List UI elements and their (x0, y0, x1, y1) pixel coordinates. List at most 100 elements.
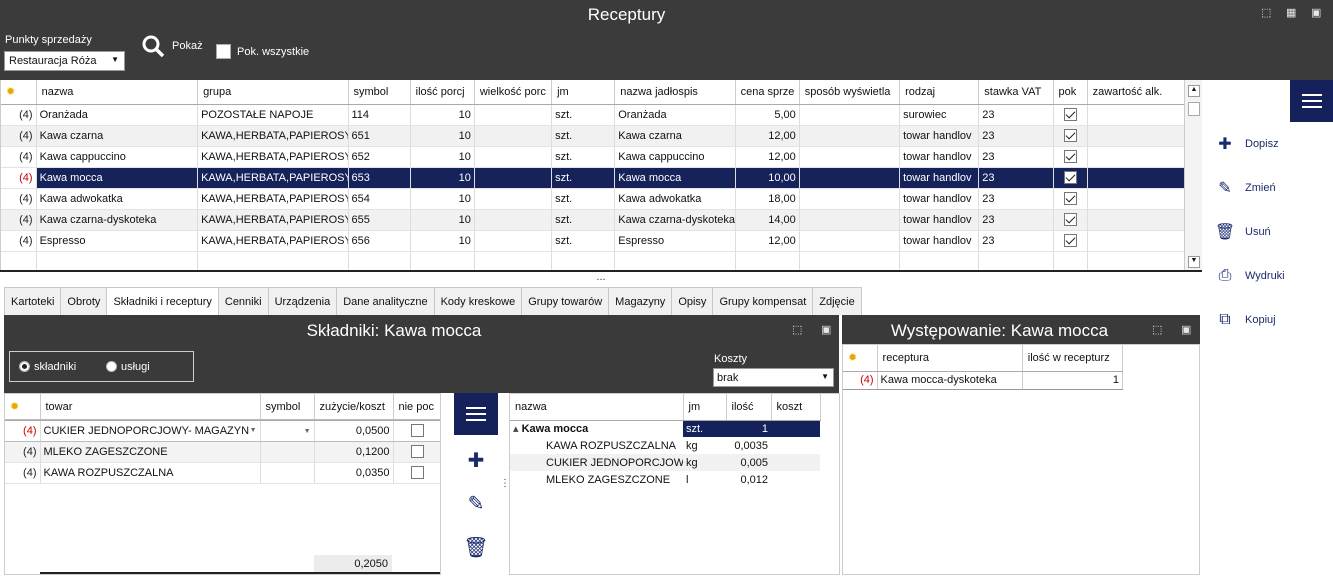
cell-receptura[interactable]: Kawa mocca-dyskoteka (877, 371, 1023, 390)
cell-nie-poc[interactable] (393, 420, 440, 442)
help-icon[interactable]: ▣ (821, 323, 831, 336)
tab-6[interactable]: Kody kreskowe (433, 287, 523, 315)
select-icon[interactable]: ⬚ (792, 323, 802, 336)
show-all-checkbox[interactable] (216, 44, 231, 59)
menu-button[interactable] (1290, 80, 1333, 122)
print-button[interactable]: ⎙ Wydruki (1212, 263, 1332, 289)
cell-nie-poc[interactable] (393, 441, 440, 463)
copy-button[interactable]: ⧉ Kopiuj (1212, 307, 1332, 333)
table-row[interactable]: (4) Kawa czarna KAWA,HERBATA,PAPIEROSY 651 1… (1, 125, 1184, 147)
table-row[interactable]: (4) Kawa adwokatka KAWA,HERBATA,PAPIEROSY 6… (1, 188, 1184, 210)
select-icon[interactable]: ⬚ (1261, 6, 1271, 19)
chevron-down-icon[interactable]: ▼ (250, 427, 257, 434)
pos-select[interactable]: Restauracja Róża ▼ (4, 51, 125, 71)
tab-1[interactable]: Obroty (60, 287, 108, 315)
scroll-thumb[interactable] (1188, 102, 1200, 116)
cell-towar[interactable]: KAWA ROZPUSZCZALNA (40, 462, 261, 484)
help-icon[interactable]: ▣ (1181, 323, 1191, 336)
pok-checkbox[interactable] (1063, 171, 1077, 184)
tree-row[interactable]: CUKIER JEDNOPORCJOWY kg 0,005 (510, 454, 820, 471)
menu-button[interactable] (454, 393, 498, 435)
column-header[interactable]: receptura (877, 345, 1023, 372)
cell-symbol[interactable] (260, 441, 315, 463)
pok-checkbox[interactable] (1063, 234, 1077, 247)
column-header[interactable]: koszt (771, 394, 821, 421)
column-header[interactable]: pok (1053, 80, 1088, 105)
search-icon[interactable] (141, 34, 165, 58)
tab-2[interactable]: Składniki i receptury (106, 287, 219, 316)
table-row[interactable]: (4) Kawa czarna-dyskoteka KAWA,HERBATA,PAP… (1, 209, 1184, 231)
column-header[interactable]: symbol (348, 80, 411, 105)
radio-skladniki[interactable] (19, 361, 30, 372)
scroll-down-icon[interactable]: ▼ (1188, 256, 1200, 268)
cell-towar[interactable]: ▼ CUKIER JEDNOPORCJOWY- MAGAZYN (40, 420, 261, 442)
tab-9[interactable]: Opisy (671, 287, 714, 315)
cell-symbol[interactable]: ▼ (260, 420, 315, 442)
edit-icon[interactable]: ✎ (454, 491, 498, 516)
table-row[interactable]: (4) Oranżada POZOSTAŁE NAPOJE 114 10 szt. Oran… (1, 104, 1184, 126)
pok-checkbox[interactable] (1063, 108, 1077, 121)
tab-7[interactable]: Grupy towarów (521, 287, 610, 315)
pok-checkbox[interactable] (1063, 150, 1077, 163)
table-row[interactable]: (4) Kawa mocca-dyskoteka 1 (843, 371, 1124, 390)
select-icon[interactable]: ⬚ (1152, 323, 1162, 336)
tree-row[interactable]: MLEKO ZAGESZCZONE l 0,012 (510, 471, 820, 488)
table-row[interactable]: (4) Kawa mocca KAWA,HERBATA,PAPIEROSY 653 10… (1, 167, 1184, 189)
column-header[interactable]: ilość porcj (410, 80, 475, 105)
tab-0[interactable]: Kartoteki (4, 287, 62, 315)
column-header[interactable]: rodzaj (899, 80, 980, 105)
cell-zuzycie[interactable]: 0,0350 (314, 462, 394, 484)
column-header[interactable]: sposób wyświetla (799, 80, 901, 105)
column-header[interactable]: towar (40, 394, 261, 421)
cell-pok[interactable] (1053, 230, 1088, 252)
pok-checkbox[interactable] (1063, 192, 1077, 205)
cell-pok[interactable] (1053, 209, 1088, 231)
chevron-down-icon[interactable]: ▼ (304, 428, 311, 435)
grid-scrollbar[interactable]: ▲ ▼ (1184, 80, 1202, 272)
tab-8[interactable]: Magazyny (608, 287, 673, 315)
trash-icon[interactable]: 🗑 (454, 535, 498, 560)
edit-button[interactable]: ✎ Zmień (1212, 175, 1332, 201)
layout-icon[interactable]: ▦ (1286, 6, 1296, 19)
cell-pok[interactable] (1053, 104, 1088, 126)
nie-poc-checkbox[interactable] (411, 466, 424, 479)
column-header[interactable]: jm (683, 394, 727, 421)
column-header[interactable]: symbol (260, 394, 315, 421)
pok-checkbox[interactable] (1063, 129, 1077, 142)
tab-4[interactable]: Urządzenia (267, 287, 338, 315)
panel-splitter[interactable]: ... (0, 272, 1202, 286)
collapse-icon[interactable]: ▴ (513, 423, 522, 435)
nie-poc-checkbox[interactable] (411, 445, 424, 458)
cell-nie-poc[interactable] (393, 462, 440, 484)
column-header[interactable]: jm (551, 80, 616, 105)
column-header[interactable]: ilość (726, 394, 772, 421)
cell-zuzycie[interactable]: 0,1200 (314, 441, 394, 463)
scroll-up-icon[interactable]: ▲ (1188, 85, 1200, 97)
cell-pok[interactable] (1053, 167, 1088, 189)
costs-select[interactable]: brak ▼ (713, 368, 834, 387)
column-header[interactable]: zawartość alk. (1087, 80, 1184, 105)
column-header[interactable]: zużycie/koszt (314, 394, 394, 421)
tree-row[interactable]: KAWA ROZPUSZCZALNA kg 0,0035 (510, 437, 820, 454)
cell-towar[interactable]: MLEKO ZAGESZCZONE (40, 441, 261, 463)
tab-10[interactable]: Grupy kompensat (712, 287, 814, 315)
tab-5[interactable]: Dane analityczne (336, 287, 435, 315)
column-header[interactable]: nazwa (36, 80, 199, 105)
column-header[interactable]: cena sprze (735, 80, 800, 105)
column-header[interactable]: nie poc (393, 394, 440, 421)
cell-pok[interactable] (1053, 125, 1088, 147)
nie-poc-checkbox[interactable] (411, 424, 424, 437)
table-row[interactable]: (4) ▼ CUKIER JEDNOPORCJOWY- MAGAZYN ▼ 0,0500 (5, 419, 440, 442)
column-header[interactable]: nazwa (510, 394, 684, 421)
tab-3[interactable]: Cenniki (217, 287, 269, 315)
help-icon[interactable]: ▣ (1311, 6, 1321, 19)
pok-checkbox[interactable] (1063, 213, 1077, 226)
plus-icon[interactable]: ✚ (454, 448, 498, 473)
column-header[interactable]: ilość w recepturz (1022, 345, 1124, 372)
cell-zuzycie[interactable]: 0,0500 (314, 420, 394, 442)
table-row[interactable]: (4) MLEKO ZAGESZCZONE 0,1200 (5, 441, 440, 463)
column-header[interactable]: wielkość porc (474, 80, 553, 105)
column-header[interactable]: stawka VAT (978, 80, 1054, 105)
cell-symbol[interactable] (260, 462, 315, 484)
table-row[interactable]: (4) Kawa cappuccino KAWA,HERBATA,PAPIEROSY… (1, 146, 1184, 168)
